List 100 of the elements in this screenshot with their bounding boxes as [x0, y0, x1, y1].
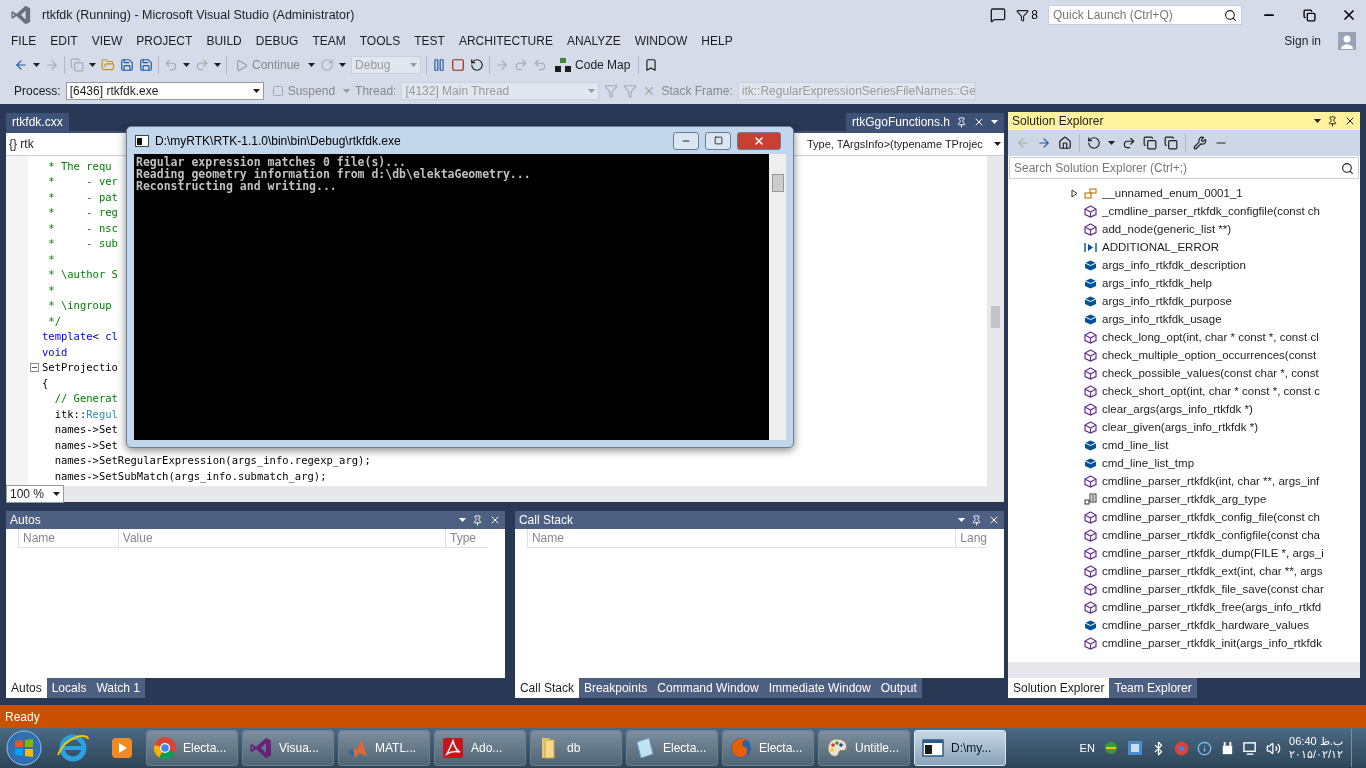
save-icon[interactable]	[120, 58, 134, 72]
dropdown-caret-icon[interactable]	[183, 63, 190, 67]
tree-item[interactable]: args_info_rtkfdk_description	[1008, 256, 1360, 274]
tree-item[interactable]: cmd_line_list	[1008, 436, 1360, 454]
pin-icon[interactable]	[471, 514, 483, 526]
panel-tab[interactable]: Solution Explorer	[1008, 678, 1110, 698]
info-icon[interactable]	[1196, 740, 1212, 756]
monitor-icon[interactable]	[1242, 740, 1258, 756]
volume-icon[interactable]	[1265, 740, 1281, 756]
maximize-button[interactable]	[705, 131, 731, 150]
save-all-icon[interactable]	[139, 58, 153, 72]
vertical-scrollbar[interactable]	[769, 154, 786, 440]
menu-item[interactable]: BUILD	[199, 34, 249, 48]
menu-item[interactable]: DEBUG	[248, 34, 306, 48]
grid-app-icon[interactable]	[1126, 740, 1143, 756]
dropdown-caret-icon[interactable]	[308, 63, 316, 67]
document-tab[interactable]: rtkfdk.cxx	[6, 113, 69, 131]
close-icon[interactable]	[988, 514, 1000, 526]
network-icon[interactable]	[1102, 740, 1119, 756]
pin-icon[interactable]	[971, 514, 982, 526]
horizontal-scrollbar[interactable]	[1008, 662, 1360, 678]
panel-tab[interactable]: Output	[875, 678, 922, 698]
quick-launch-field[interactable]: Quick Launch (Ctrl+Q)	[1048, 5, 1242, 25]
history-icon[interactable]	[1087, 136, 1101, 150]
dropdown-caret-icon[interactable]	[1314, 119, 1321, 123]
dropdown-caret-icon[interactable]	[53, 492, 60, 496]
panel-tab[interactable]: Breakpoints	[578, 678, 653, 698]
collapse-toggle-icon[interactable]	[30, 362, 39, 372]
menu-item[interactable]: VIEW	[84, 34, 130, 48]
taskbar-button[interactable]: Untitle...	[818, 730, 910, 766]
tree-item[interactable]: cmdline_parser_rtkfdk_configfile(const cha	[1008, 526, 1360, 544]
taskbar-button[interactable]: Visua...	[242, 730, 334, 766]
close-icon[interactable]	[1344, 115, 1356, 127]
dropdown-caret-icon[interactable]	[958, 518, 965, 522]
taskbar-button[interactable]: D:\my...	[914, 730, 1006, 766]
panel-tab[interactable]: Locals	[46, 678, 92, 698]
dropdown-caret-icon[interactable]	[991, 120, 998, 124]
stop-icon[interactable]	[451, 58, 466, 72]
tree-item[interactable]: check_long_opt(int, char * const *, const cl	[1008, 328, 1360, 346]
panel-tab[interactable]: Autos	[6, 678, 47, 698]
code-map-button[interactable]: Code Map	[552, 57, 634, 73]
back-icon[interactable]	[14, 58, 28, 72]
menu-item[interactable]: FILE	[4, 34, 44, 48]
tree-item[interactable]: cmdline_parser_rtkfdk_dump(FILE *, args_i	[1008, 544, 1360, 562]
tree-item[interactable]: add_node(generic_list **)	[1008, 220, 1360, 238]
panel-tab[interactable]: Call Stack	[514, 678, 579, 698]
taskbar-button[interactable]: Electa...	[626, 730, 718, 766]
tree-item[interactable]: cmdline_parser_rtkfdk_file_save(const char	[1008, 580, 1360, 598]
close-button[interactable]	[737, 131, 781, 150]
tree-item[interactable]: args_info_rtkfdk_purpose	[1008, 292, 1360, 310]
menu-item[interactable]: ANALYZE	[559, 34, 628, 48]
tree-item[interactable]: check_possible_values(const char *, const	[1008, 364, 1360, 382]
feedback-icon[interactable]	[990, 7, 1007, 23]
search-field[interactable]: Search Solution Explorer (Ctrl+;)	[1009, 157, 1359, 179]
process-dropdown[interactable]: [6436] rtkfdk.exe	[65, 82, 264, 100]
panel-tab[interactable]: Team Explorer	[1109, 678, 1197, 698]
tree-item[interactable]: cmdline_parser_rtkfdk_config_file(const ch	[1008, 508, 1360, 526]
pin-icon[interactable]	[1327, 115, 1338, 127]
menu-item[interactable]: TEAM	[305, 34, 353, 48]
dropdown-caret-icon[interactable]	[339, 63, 347, 67]
menu-item[interactable]: ARCHITECTURE	[451, 34, 560, 48]
tree-item[interactable]: check_short_opt(int, char * const *, const c	[1008, 382, 1360, 400]
home-icon[interactable]	[1058, 136, 1072, 150]
dropdown-caret-icon[interactable]	[994, 142, 1001, 146]
pause-icon[interactable]	[432, 58, 447, 72]
tree-item[interactable]: args_info_rtkfdk_usage	[1008, 310, 1360, 328]
dropdown-caret-icon[interactable]	[33, 63, 40, 67]
taskbar-button[interactable]: db	[530, 730, 622, 766]
menu-item[interactable]: EDIT	[43, 34, 85, 48]
sign-in-link[interactable]: Sign in	[1277, 34, 1328, 48]
tree-item[interactable]: cmd_line_list_tmp	[1008, 454, 1360, 472]
taskbar-button[interactable]: Electa...	[146, 730, 238, 766]
tree-item[interactable]: cmdline_parser_rtkfdk(int, char **, args_inf	[1008, 472, 1360, 490]
start-button[interactable]	[4, 729, 44, 767]
taskbar-button[interactable]: MATL...	[338, 730, 430, 766]
tree-item[interactable]: clear_args(args_info_rtkfdk *)	[1008, 400, 1360, 418]
dropdown-caret-icon[interactable]	[214, 63, 221, 67]
tree-item[interactable]: __unnamed_enum_0001_1	[1008, 184, 1360, 202]
zoom-dropdown[interactable]: 100 %	[6, 485, 64, 503]
preview-tab[interactable]: rtkGgoFunctions.h	[845, 113, 1004, 131]
tree-item[interactable]: clear_given(args_info_rtkfdk *)	[1008, 418, 1360, 436]
dropdown-caret-icon[interactable]	[1108, 141, 1115, 145]
collapsed-arrow-icon[interactable]	[1070, 188, 1079, 198]
panel-tab[interactable]: Command Window	[652, 678, 764, 698]
dropdown-caret-icon[interactable]	[458, 518, 466, 522]
tree-item[interactable]: ADDITIONAL_ERROR	[1008, 238, 1360, 256]
forward-icon[interactable]	[1037, 136, 1051, 150]
tree-item[interactable]: cmdline_parser_rtkfdk_arg_type	[1008, 490, 1360, 508]
taskbar-button[interactable]: Electa...	[722, 730, 814, 766]
tree-item[interactable]: _cmdline_parser_rtkfdk_configfile(const ch	[1008, 202, 1360, 220]
tree-item[interactable]: check_multiple_option_occurrences(const	[1008, 346, 1360, 364]
restart-icon[interactable]	[470, 58, 485, 72]
menu-item[interactable]: HELP	[694, 34, 740, 48]
menu-item[interactable]: TOOLS	[352, 34, 408, 48]
bookmark-icon[interactable]	[644, 58, 659, 72]
menu-item[interactable]: PROJECT	[129, 34, 200, 48]
tree-item[interactable]: cmdline_parser_rtkfdk_init(args_info_rtkfdk	[1008, 634, 1360, 652]
properties-icon[interactable]	[1193, 136, 1207, 150]
language-indicator[interactable]: EN	[1079, 742, 1095, 754]
panel-tab[interactable]: Immediate Window	[763, 678, 876, 698]
